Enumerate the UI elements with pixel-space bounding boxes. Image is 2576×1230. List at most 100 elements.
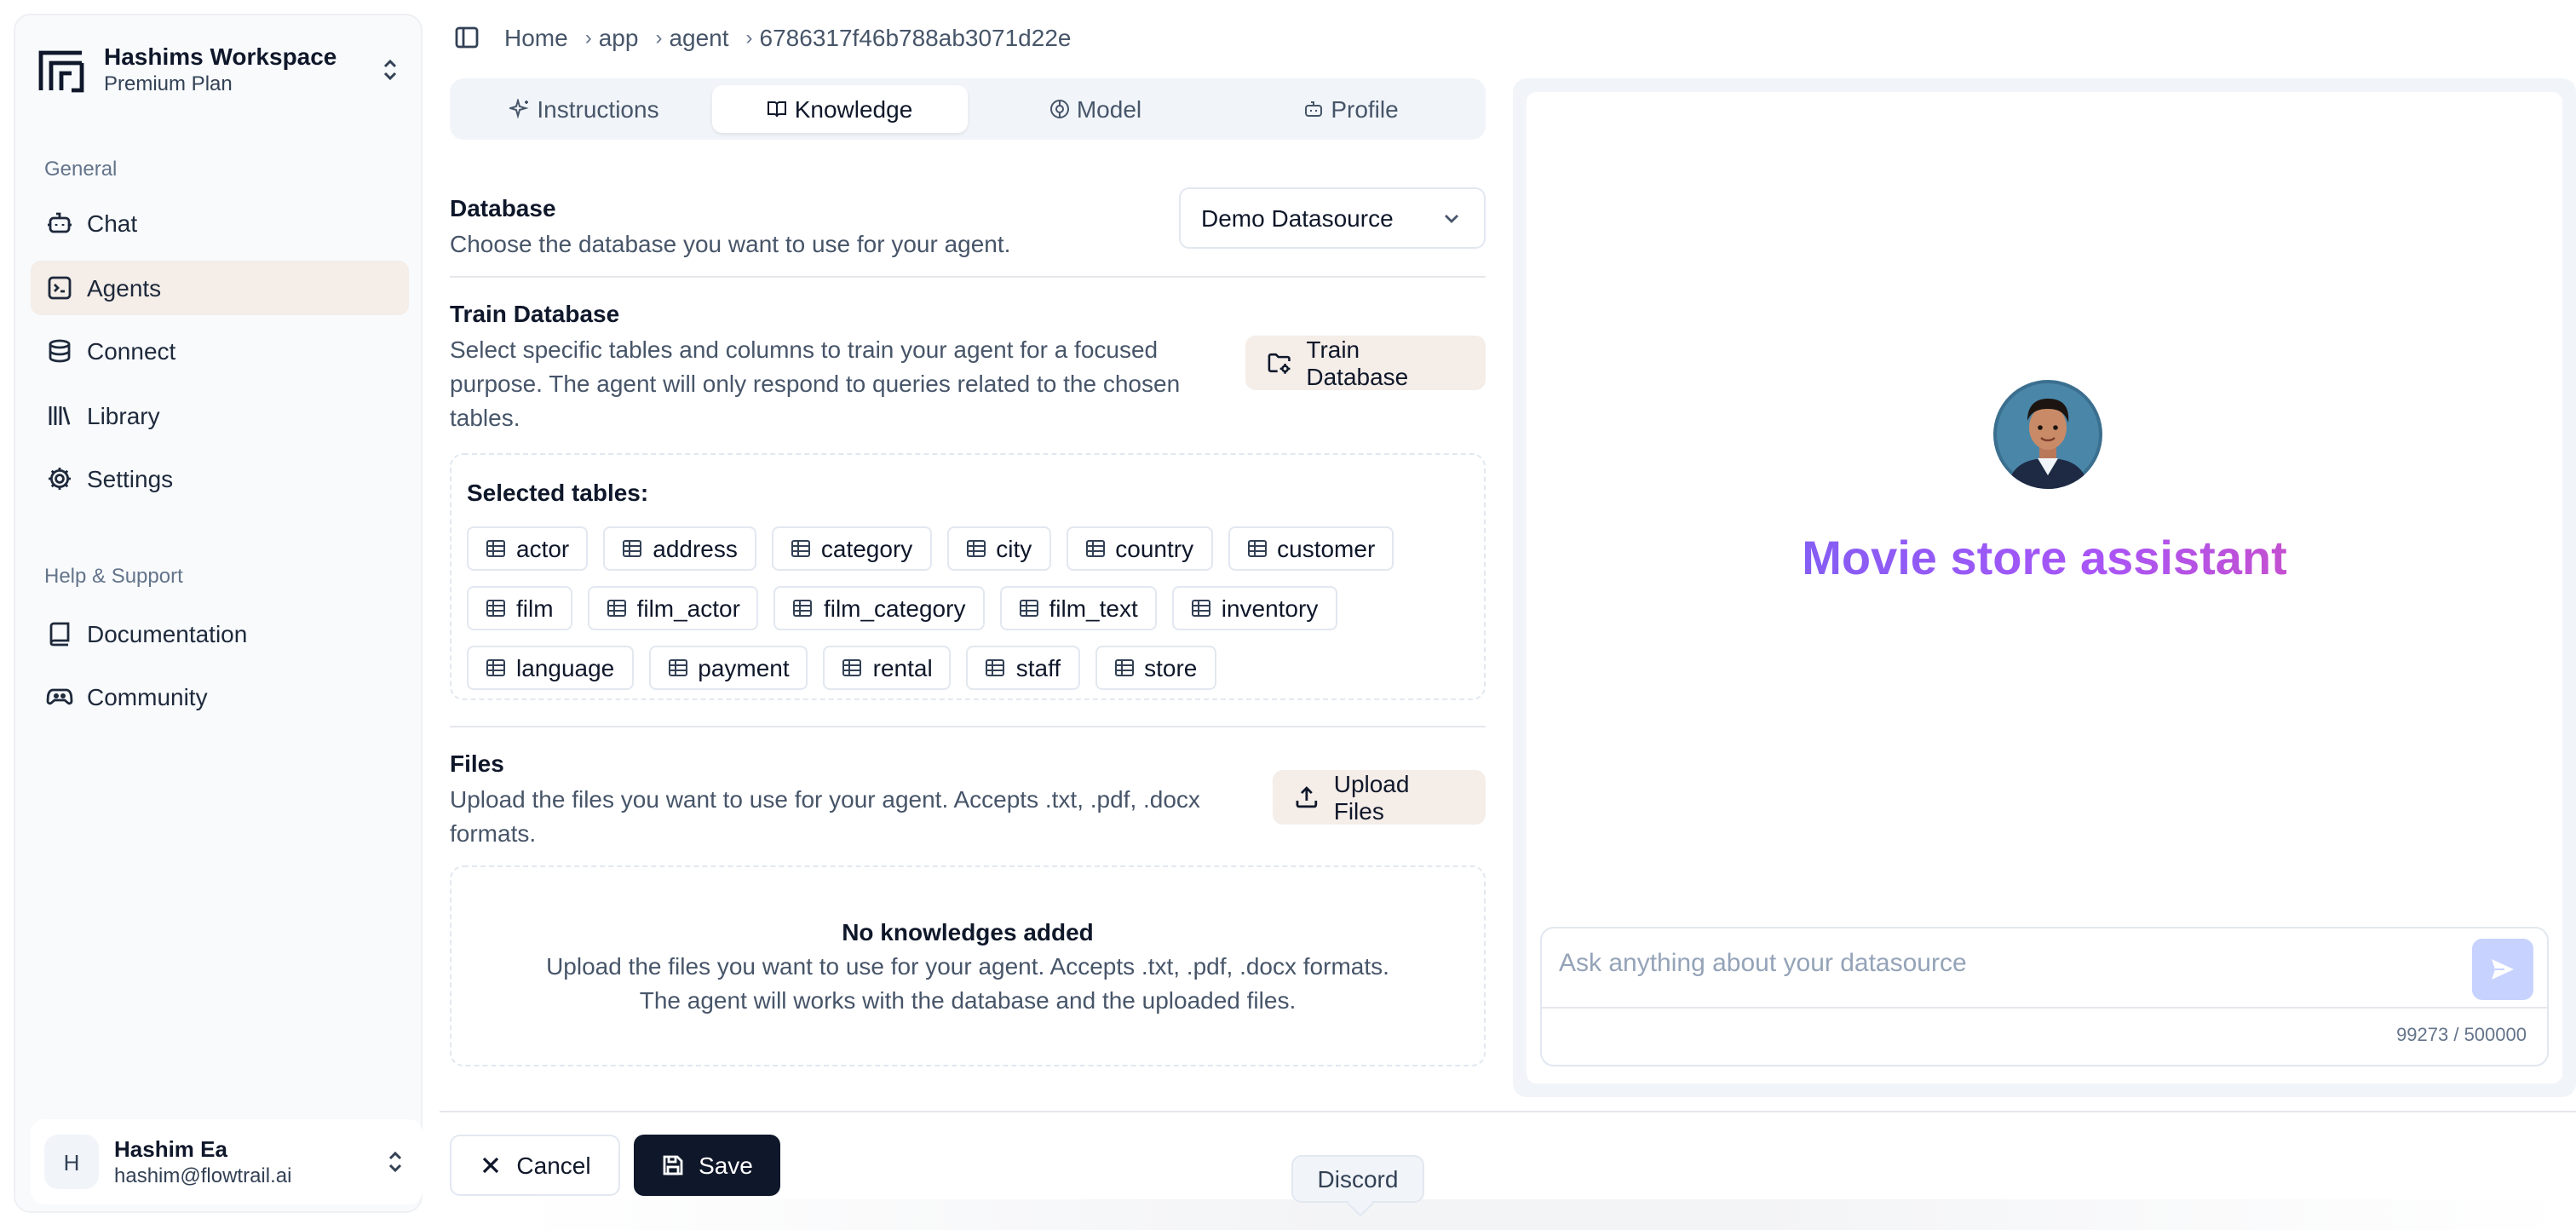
table-chip[interactable]: film_text bbox=[999, 586, 1157, 630]
sidebar-item-label: Documentation bbox=[87, 620, 248, 647]
table-chip[interactable]: store bbox=[1095, 646, 1216, 690]
send-icon bbox=[2492, 959, 2514, 980]
database-icon bbox=[49, 339, 71, 363]
breadcrumb-separator: › bbox=[745, 26, 753, 49]
bot-icon bbox=[48, 212, 72, 233]
bottom-dock-shadow bbox=[511, 1199, 2576, 1230]
empty-state-text: The agent will works with the database a… bbox=[639, 986, 1297, 1014]
tab-profile[interactable]: Profile bbox=[1223, 85, 1479, 133]
table-chip[interactable]: address bbox=[603, 526, 756, 571]
table-chip[interactable]: city bbox=[946, 526, 1051, 571]
workspace-switcher[interactable]: Hashims Workspace Premium Plan bbox=[36, 36, 404, 104]
divider bbox=[450, 726, 1486, 727]
user-name: Hashim Ea bbox=[114, 1135, 227, 1161]
workspace-title: Hashims Workspace bbox=[104, 43, 337, 70]
sidebar-item-agents[interactable]: Agents bbox=[31, 261, 409, 315]
breadcrumb-agent-id: 6786317f46b788ab3071d22e bbox=[759, 24, 1072, 51]
train-database-button[interactable]: Train Database bbox=[1245, 336, 1486, 390]
breadcrumb-home[interactable]: Home bbox=[504, 24, 568, 51]
table-chip[interactable]: language bbox=[467, 646, 634, 690]
divider bbox=[1542, 1007, 2547, 1009]
user-menu[interactable]: H Hashim Ea hashim@flowtrail.ai bbox=[31, 1119, 423, 1204]
chevrons-up-down-icon bbox=[388, 1151, 402, 1173]
table-icon bbox=[486, 540, 505, 557]
sidebar-item-label: Community bbox=[87, 683, 208, 710]
chat-input-box[interactable]: Ask anything about your datasource 99273… bbox=[1540, 927, 2549, 1066]
sidebar-item-library[interactable]: Library bbox=[31, 388, 409, 443]
selected-tables-label: Selected tables: bbox=[467, 479, 649, 506]
table-icon bbox=[486, 659, 505, 676]
sidebar-item-chat[interactable]: Chat bbox=[31, 196, 409, 250]
table-icon bbox=[668, 659, 687, 676]
close-icon bbox=[483, 1157, 499, 1174]
gear-icon bbox=[49, 468, 71, 490]
table-icon bbox=[793, 600, 813, 617]
character-counter: 99273 / 500000 bbox=[2396, 1026, 2527, 1046]
table-icon bbox=[1085, 540, 1105, 557]
files-empty-state: No knowledges added Upload the files you… bbox=[450, 865, 1486, 1066]
save-icon bbox=[663, 1155, 683, 1175]
table-chip[interactable]: staff bbox=[966, 646, 1080, 690]
table-chip[interactable]: payment bbox=[648, 646, 808, 690]
cancel-button[interactable]: Cancel bbox=[450, 1135, 620, 1196]
sidebar-item-community[interactable]: Community bbox=[31, 670, 409, 724]
breadcrumb-app[interactable]: app bbox=[599, 24, 639, 51]
chat-input[interactable]: Ask anything about your datasource bbox=[1559, 949, 1967, 978]
table-chip[interactable]: film bbox=[467, 586, 572, 630]
divider bbox=[450, 276, 1486, 278]
table-chip-row: actor address category city country customer bbox=[467, 526, 1472, 571]
workspace-plan: Premium Plan bbox=[104, 72, 233, 95]
database-select[interactable]: Demo Datasource bbox=[1179, 187, 1486, 249]
tab-knowledge[interactable]: Knowledge bbox=[712, 85, 968, 133]
table-chip[interactable]: rental bbox=[823, 646, 952, 690]
upload-icon bbox=[1296, 786, 1318, 808]
table-chips: actor address category city country customer f… bbox=[467, 526, 1472, 705]
sidebar-item-label: Chat bbox=[87, 210, 138, 237]
agent-tabs: Instructions Knowledge Model Profile bbox=[450, 78, 1486, 140]
table-icon bbox=[607, 600, 626, 617]
table-chip-row: film film_actor film_category film_text inve… bbox=[467, 586, 1472, 630]
table-icon bbox=[1191, 600, 1210, 617]
table-chip[interactable]: country bbox=[1066, 526, 1213, 571]
library-icon bbox=[49, 406, 71, 425]
sidebar-item-connect[interactable]: Connect bbox=[31, 324, 409, 378]
table-chip[interactable]: film_actor bbox=[587, 586, 759, 630]
avatar: H bbox=[44, 1135, 99, 1189]
upload-files-button[interactable]: Upload Files bbox=[1273, 770, 1486, 825]
chat-preview-panel: Movie store assistant Ask anything about… bbox=[1513, 78, 2576, 1097]
gamepad-icon bbox=[46, 688, 73, 705]
table-icon bbox=[1114, 659, 1134, 676]
table-chip[interactable]: film_category bbox=[773, 586, 985, 630]
table-icon bbox=[486, 600, 505, 617]
table-chip[interactable]: customer bbox=[1228, 526, 1394, 571]
table-chip-row: language payment rental staff store bbox=[467, 646, 1472, 690]
user-email: hashim@flowtrail.ai bbox=[114, 1163, 292, 1187]
table-chip[interactable]: inventory bbox=[1171, 586, 1337, 630]
discord-tooltip: Discord bbox=[1291, 1155, 1424, 1203]
divider bbox=[440, 1111, 2576, 1112]
panel-left-icon[interactable] bbox=[453, 24, 480, 51]
agent-avatar bbox=[1993, 380, 2102, 489]
terminal-square-icon bbox=[48, 276, 72, 300]
table-icon bbox=[623, 540, 642, 557]
tab-instructions[interactable]: Instructions bbox=[457, 85, 712, 133]
table-chip[interactable]: actor bbox=[467, 526, 589, 571]
table-chip[interactable]: category bbox=[771, 526, 932, 571]
sidebar-item-documentation[interactable]: Documentation bbox=[31, 606, 409, 661]
tab-model[interactable]: Model bbox=[968, 85, 1223, 133]
train-title: Train Database bbox=[450, 300, 620, 327]
empty-state-text: Upload the files you want to use for you… bbox=[546, 952, 1389, 980]
bot-icon bbox=[1305, 101, 1323, 117]
send-button[interactable] bbox=[2472, 939, 2533, 1000]
save-button[interactable]: Save bbox=[634, 1135, 780, 1196]
breadcrumb: Home › app › agent › 6786317f46b788ab307… bbox=[453, 20, 1089, 55]
agent-name: Movie store assistant bbox=[1527, 532, 2562, 586]
breadcrumb-agent[interactable]: agent bbox=[669, 24, 728, 51]
book-open-icon bbox=[768, 101, 787, 118]
chevron-down-icon bbox=[1445, 215, 1458, 223]
book-icon bbox=[49, 622, 70, 647]
table-icon bbox=[1019, 600, 1038, 617]
sidebar-item-settings[interactable]: Settings bbox=[31, 451, 409, 506]
sparkles-icon bbox=[509, 99, 530, 119]
table-icon bbox=[842, 659, 862, 676]
